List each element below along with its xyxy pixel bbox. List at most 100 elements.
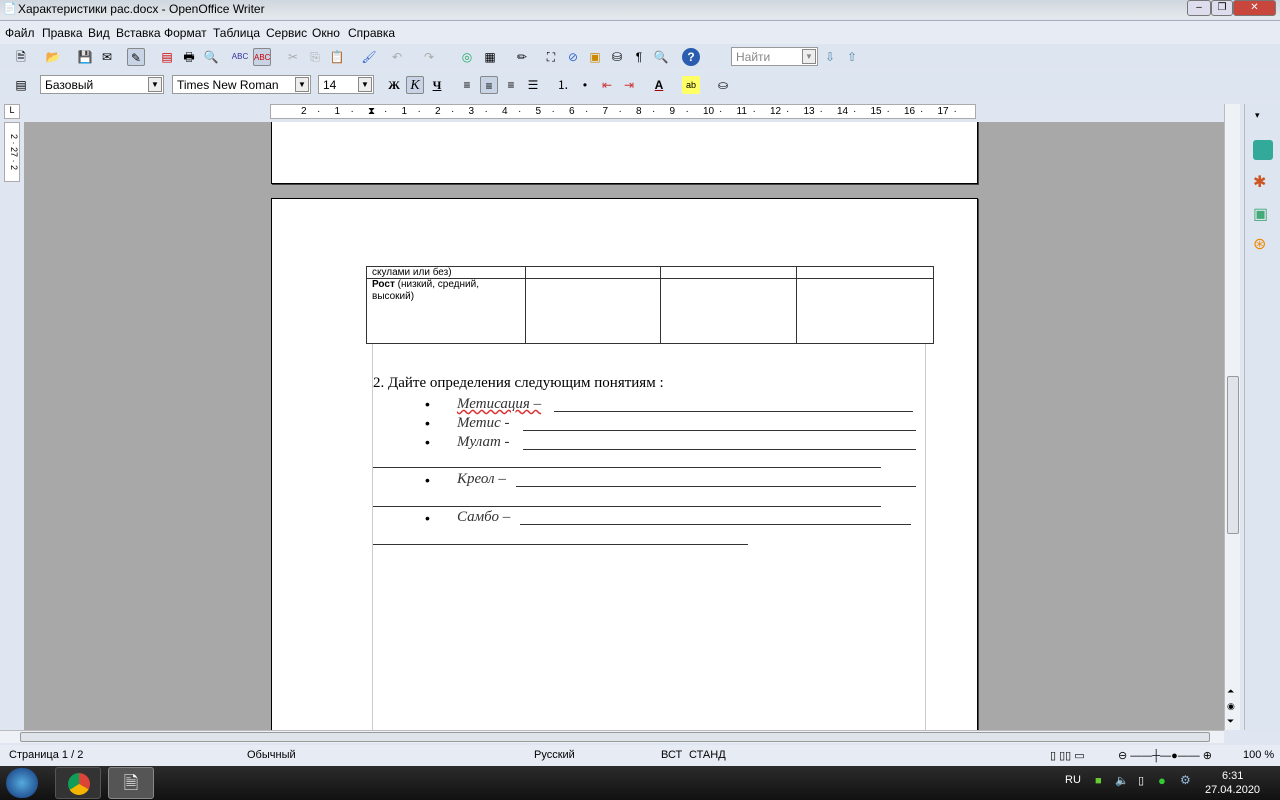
- chevron-down-icon[interactable]: ▼: [358, 77, 372, 92]
- chevron-down-icon[interactable]: ▼: [802, 49, 816, 64]
- horizontal-scrollbar[interactable]: [0, 730, 1224, 743]
- menu-file[interactable]: Файл: [5, 26, 35, 40]
- zoom-level[interactable]: 100 %: [1243, 749, 1274, 761]
- data-sources-icon[interactable]: ⛁: [608, 48, 626, 66]
- italic-button[interactable]: К: [406, 76, 424, 94]
- gallery-icon[interactable]: ▣: [586, 48, 604, 66]
- find-input[interactable]: Найти ▼: [731, 47, 818, 66]
- open-icon[interactable]: 📂: [44, 48, 62, 66]
- cut-icon[interactable]: ✂: [284, 48, 302, 66]
- horizontal-ruler[interactable]: 2 · 1 · ⧗ · 1 · 2 · 3 · 4 · 5 · 6 · 7 · 8 · 9 · 10 · 11 · 12 · 13 · 14 · 1…: [270, 104, 976, 119]
- justify-icon[interactable]: ☰: [524, 76, 542, 94]
- undo-icon[interactable]: ↶: [388, 48, 406, 66]
- zoom-icon[interactable]: 🔍: [652, 48, 670, 66]
- menu-help[interactable]: Справка: [348, 26, 395, 40]
- chevron-down-icon[interactable]: ▼: [295, 77, 309, 92]
- decrease-indent-icon[interactable]: ⇤: [598, 76, 616, 94]
- draw-icon[interactable]: ✏: [513, 48, 531, 66]
- zoom-slider[interactable]: ⊖ ——┼—●—— ⊕: [1118, 749, 1212, 762]
- align-left-icon[interactable]: ≡: [458, 76, 476, 94]
- clock-date[interactable]: 27.04.2020: [1205, 784, 1260, 796]
- page-2[interactable]: скулами или без) Рост (низкий, средний, …: [271, 198, 978, 730]
- chevron-down-icon[interactable]: ▼: [148, 77, 162, 92]
- font-color-icon[interactable]: A: [650, 76, 668, 94]
- font-name-select[interactable]: Times New Roman ▼: [172, 75, 311, 94]
- font-size-select[interactable]: 14 ▼: [318, 75, 374, 94]
- table-cell[interactable]: [796, 278, 934, 344]
- gallery-icon[interactable]: ▣: [1253, 204, 1268, 224]
- bullets-icon[interactable]: •: [576, 76, 594, 94]
- redo-icon[interactable]: ↷: [420, 48, 438, 66]
- formatting-marks-icon[interactable]: ¶: [630, 48, 648, 66]
- underline-button[interactable]: Ч: [428, 76, 446, 94]
- spellcheck-icon[interactable]: ABC: [231, 48, 249, 66]
- paste-icon[interactable]: 📋: [328, 48, 346, 66]
- menu-table[interactable]: Таблица: [213, 26, 260, 40]
- find-replace-icon[interactable]: ⛶: [542, 48, 560, 66]
- print-icon[interactable]: 🖶: [180, 48, 198, 66]
- language[interactable]: Русский: [534, 749, 575, 761]
- edit-mode-icon[interactable]: ✎: [127, 48, 145, 66]
- clock-time[interactable]: 6:31: [1222, 770, 1243, 782]
- steam-icon[interactable]: ⚙: [1180, 773, 1191, 787]
- nvidia-icon[interactable]: ■: [1095, 775, 1102, 787]
- styles-formatting-icon[interactable]: ✱: [1253, 172, 1266, 192]
- format-paintbrush-icon[interactable]: 🖌: [360, 48, 378, 66]
- previous-page-icon[interactable]: ⏶: [1227, 686, 1234, 697]
- vertical-scrollbar[interactable]: ⏶ ◉ ⏷: [1224, 104, 1240, 730]
- writer-taskbar-button[interactable]: 🗎: [108, 767, 154, 799]
- menu-view[interactable]: Вид: [88, 26, 110, 40]
- paragraph-style-select[interactable]: Базовый ▼: [40, 75, 164, 94]
- scrollbar-thumb[interactable]: [1227, 376, 1239, 534]
- next-page-icon[interactable]: ⏷: [1227, 716, 1234, 727]
- table-cell[interactable]: [660, 278, 797, 344]
- increase-indent-icon[interactable]: ⇥: [620, 76, 638, 94]
- vertical-ruler[interactable]: 2 · 27 · 2: [4, 122, 20, 182]
- characteristics-table[interactable]: скулами или без) Рост (низкий, средний, …: [366, 266, 934, 344]
- menu-edit[interactable]: Правка: [42, 26, 83, 40]
- selection-mode[interactable]: СТАНД: [689, 749, 726, 761]
- scrollbar-thumb[interactable]: [20, 732, 1210, 742]
- table-cell[interactable]: [525, 266, 661, 279]
- new-icon[interactable]: 🗎: [12, 48, 30, 66]
- menu-tools[interactable]: Сервис: [266, 26, 307, 40]
- find-next-icon[interactable]: ⇩: [821, 48, 839, 66]
- preview-icon[interactable]: 🔍: [202, 48, 220, 66]
- tray-app-icon[interactable]: ●: [1158, 773, 1166, 788]
- email-icon[interactable]: ✉: [98, 48, 116, 66]
- maximize-button[interactable]: ❐: [1211, 0, 1233, 16]
- table-cell[interactable]: скулами или без): [366, 266, 526, 279]
- sidebar-menu-icon[interactable]: ▾: [1255, 110, 1260, 121]
- save-icon[interactable]: 💾: [76, 48, 94, 66]
- navigator-icon[interactable]: ⊘: [564, 48, 582, 66]
- close-button[interactable]: ✕: [1233, 0, 1276, 16]
- styles-icon[interactable]: ▤: [12, 76, 30, 94]
- help-icon[interactable]: ?: [682, 48, 700, 66]
- table-icon[interactable]: ▦: [481, 48, 499, 66]
- properties-icon[interactable]: [1253, 140, 1273, 160]
- language-indicator[interactable]: RU: [1065, 774, 1081, 786]
- chrome-taskbar-button[interactable]: [55, 767, 101, 799]
- highlight-icon[interactable]: ab: [682, 76, 700, 94]
- align-center-icon[interactable]: ≡: [480, 76, 498, 94]
- page-style[interactable]: Обычный: [247, 749, 296, 761]
- find-previous-icon[interactable]: ⇧: [843, 48, 861, 66]
- navigation-icon[interactable]: ◉: [1227, 701, 1235, 712]
- menu-window[interactable]: Окно: [312, 26, 340, 40]
- volume-icon[interactable]: 🔈: [1115, 774, 1129, 787]
- menu-insert[interactable]: Вставка: [116, 26, 161, 40]
- page-indicator[interactable]: Страница 1 / 2: [9, 749, 83, 761]
- table-cell[interactable]: [660, 266, 797, 279]
- bold-button[interactable]: Ж: [385, 76, 403, 94]
- autospell-icon[interactable]: ABC: [253, 48, 271, 66]
- align-right-icon[interactable]: ≡: [502, 76, 520, 94]
- numbering-icon[interactable]: ⒈: [554, 76, 572, 94]
- table-cell[interactable]: [796, 266, 934, 279]
- copy-icon[interactable]: ⎘: [306, 48, 324, 66]
- minimize-button[interactable]: –: [1187, 0, 1211, 16]
- background-color-icon[interactable]: ⛀: [714, 76, 732, 94]
- view-layout-icons[interactable]: ▯ ▯▯ ▭: [1050, 749, 1085, 762]
- menu-format[interactable]: Формат: [164, 26, 207, 40]
- tab-type-selector[interactable]: L: [4, 104, 20, 119]
- insert-mode[interactable]: ВСТ: [661, 749, 682, 761]
